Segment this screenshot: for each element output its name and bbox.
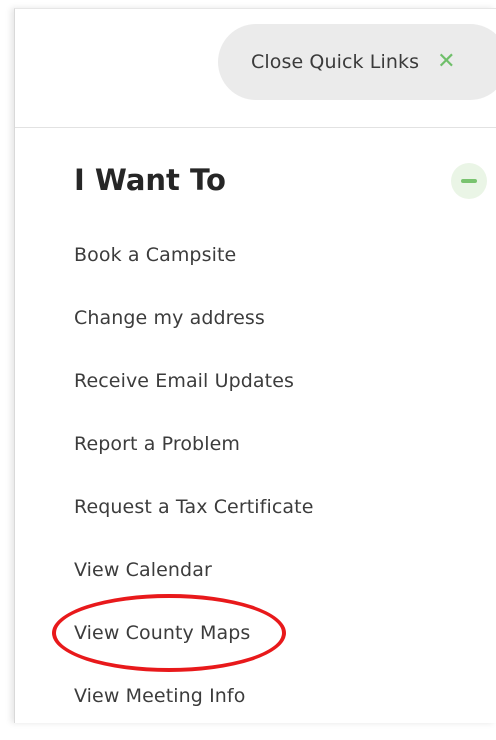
section-title: I Want To bbox=[74, 163, 226, 197]
link-receive-email-updates[interactable]: Receive Email Updates bbox=[74, 370, 294, 392]
link-view-meeting-info[interactable]: View Meeting Info bbox=[74, 685, 245, 707]
link-change-my-address[interactable]: Change my address bbox=[74, 307, 265, 329]
link-view-county-maps[interactable]: View County Maps bbox=[74, 622, 250, 644]
link-request-a-tax-certificate[interactable]: Request a Tax Certificate bbox=[74, 496, 313, 518]
link-view-calendar[interactable]: View Calendar bbox=[74, 559, 212, 581]
close-quick-links-button[interactable]: Close Quick Links ✕ bbox=[218, 24, 496, 100]
close-quick-links-label: Close Quick Links bbox=[251, 51, 420, 73]
list-item: Book a Campsite bbox=[74, 236, 313, 299]
i-want-to-links: Book a Campsite Change my address Receiv… bbox=[74, 236, 313, 740]
list-item: View Calendar bbox=[74, 551, 313, 614]
list-item: View County Maps bbox=[74, 614, 313, 677]
list-item: Report a Problem bbox=[74, 425, 313, 488]
list-item: Receive Email Updates bbox=[74, 362, 313, 425]
link-book-a-campsite[interactable]: Book a Campsite bbox=[74, 244, 236, 266]
divider bbox=[15, 127, 496, 128]
collapse-section-button[interactable] bbox=[451, 163, 487, 199]
minus-icon bbox=[461, 179, 477, 183]
list-item: Change my address bbox=[74, 299, 313, 362]
close-x-icon: ✕ bbox=[437, 49, 456, 74]
list-item: View Meeting Info bbox=[74, 677, 313, 740]
link-report-a-problem[interactable]: Report a Problem bbox=[74, 433, 240, 455]
list-item: Request a Tax Certificate bbox=[74, 488, 313, 551]
